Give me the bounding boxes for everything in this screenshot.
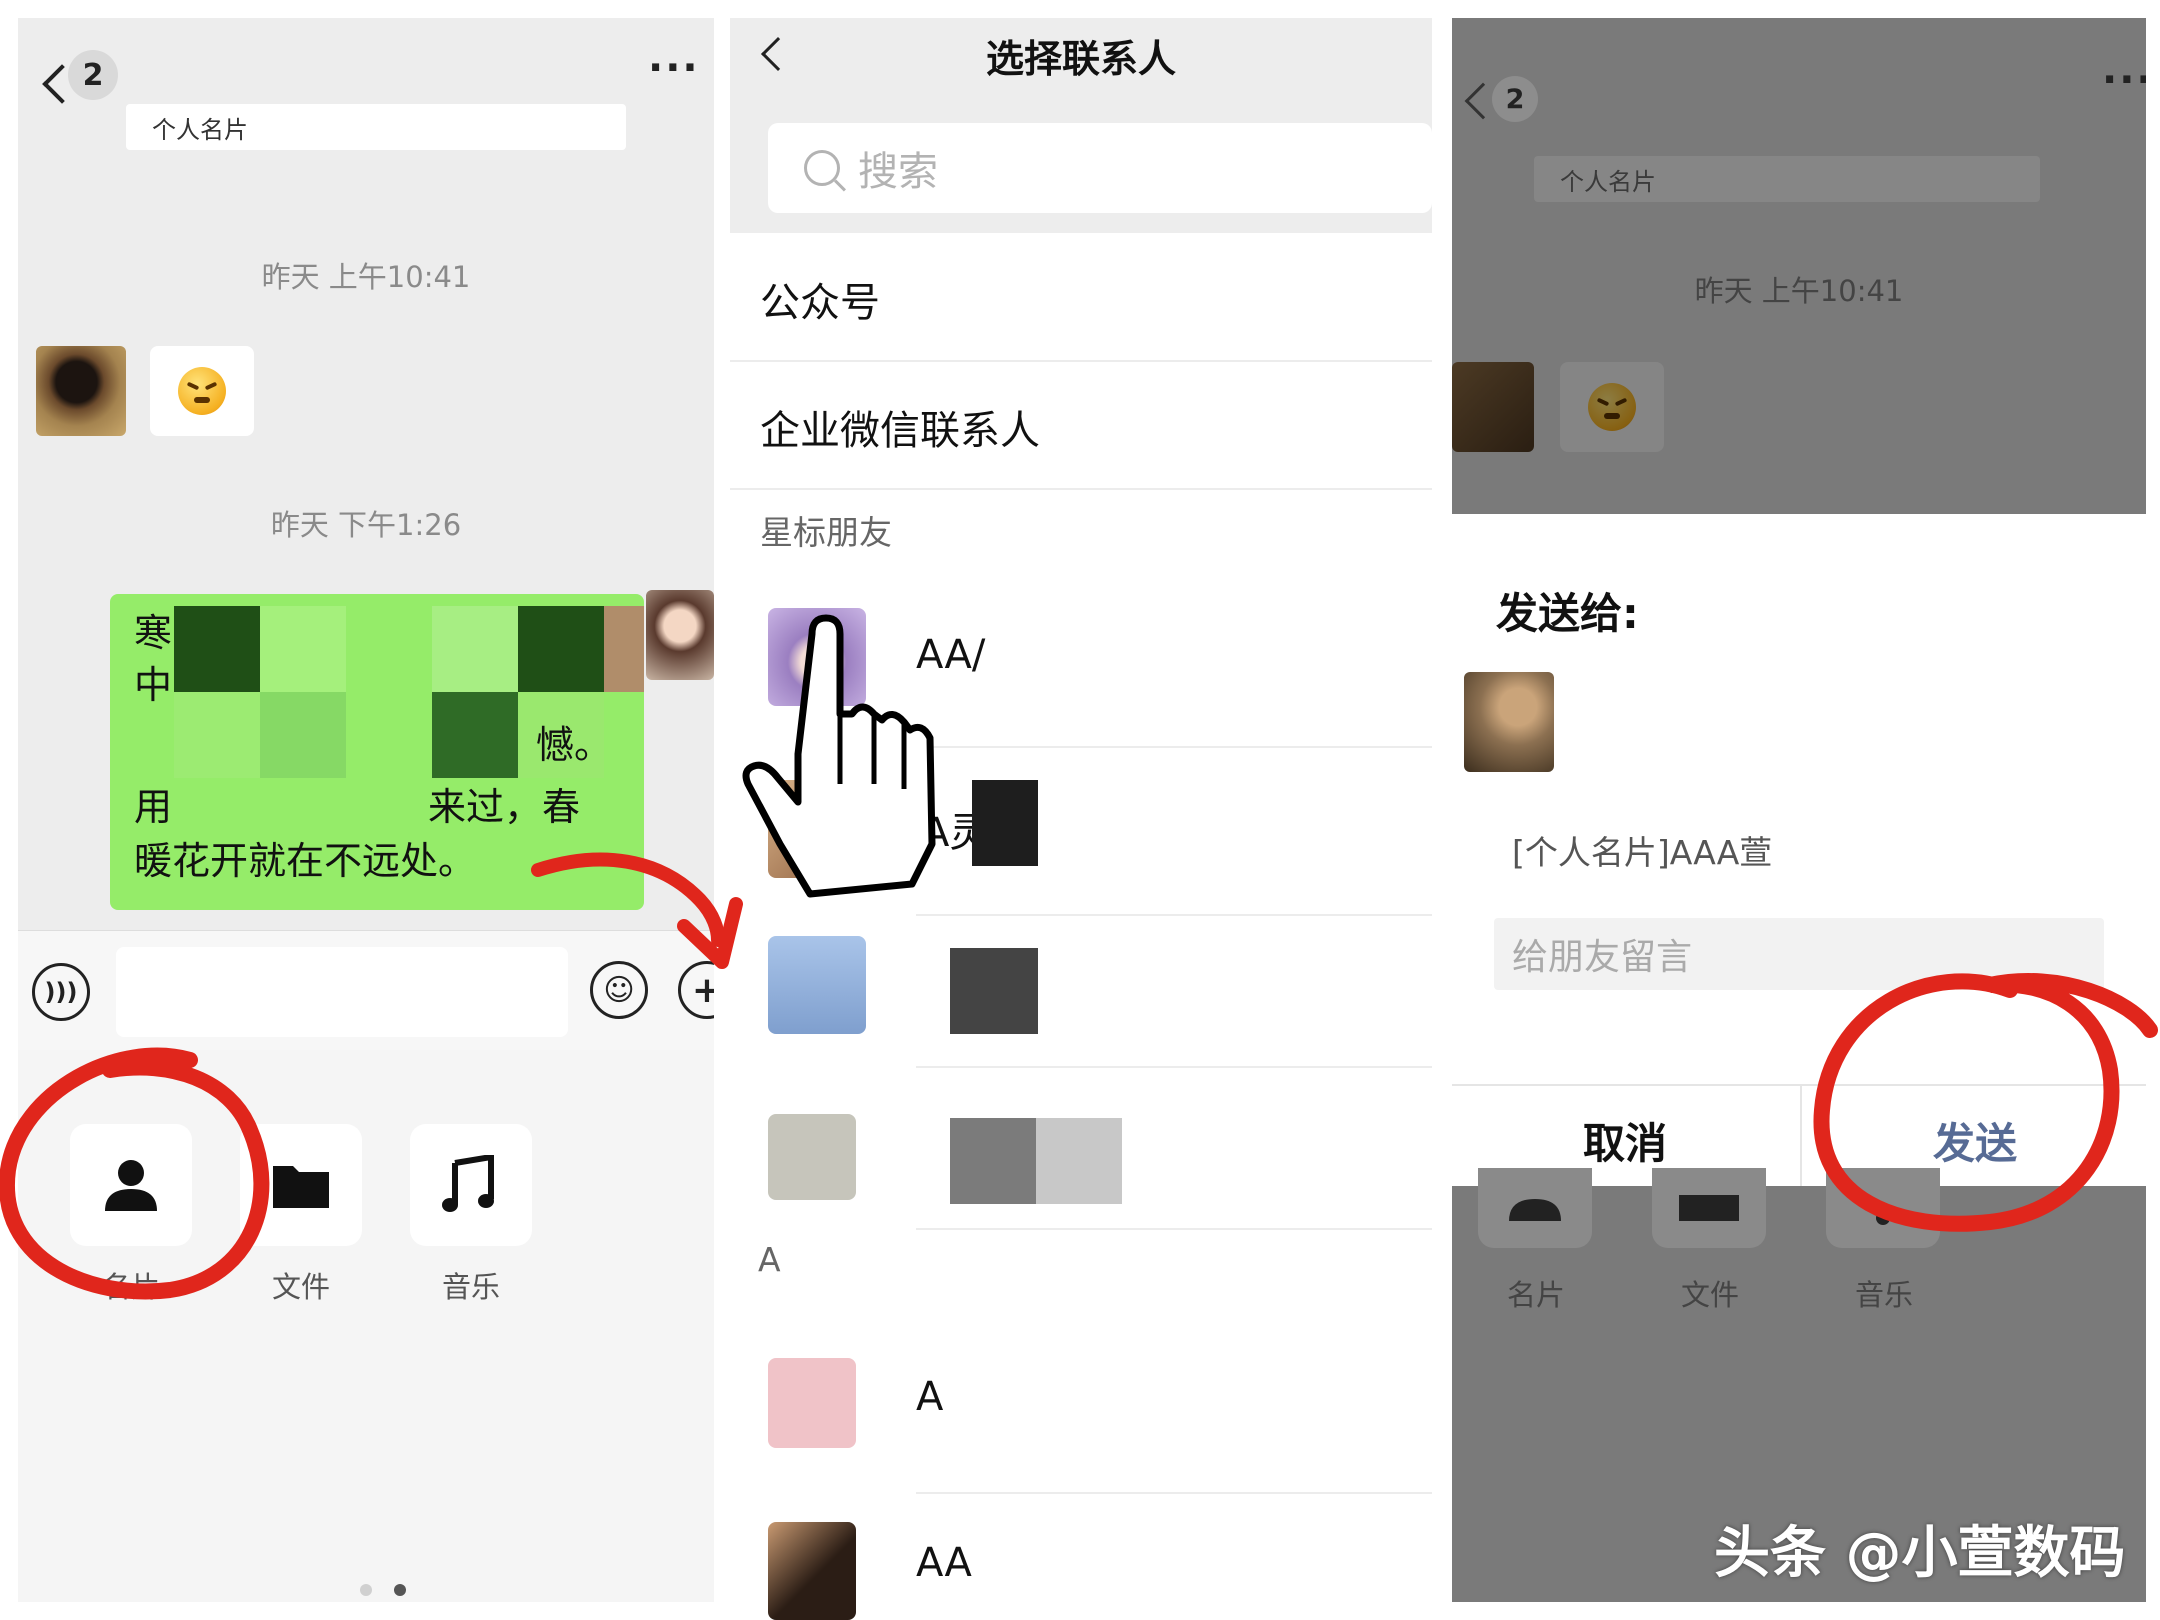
message-line: 寒: [134, 611, 173, 655]
card-preview: [个人名片]AAA萱: [1512, 833, 1773, 872]
contact-card-button[interactable]: [70, 1124, 192, 1246]
file-button: [1652, 1168, 1766, 1248]
divider: [1452, 1084, 2146, 1086]
mosaic-block: [260, 606, 346, 692]
music-button[interactable]: [410, 1124, 532, 1246]
card-strip[interactable]: 个人名片: [126, 104, 626, 150]
watermark: 头条 @小萱数码: [1714, 1521, 2126, 1586]
emoji-icon[interactable]: ☺: [590, 961, 648, 1019]
message-line: 中: [134, 663, 173, 707]
chat-panel: 2 ··· 个人名片 昨天 上午10:41 昨天 下午1:26 寒 中 憾。 用…: [18, 18, 714, 1602]
my-avatar[interactable]: [646, 590, 714, 680]
music-icon: [442, 1155, 494, 1212]
pager-dot-active: [394, 1584, 406, 1596]
official-accounts-row[interactable]: 公众号: [760, 270, 880, 328]
pointer-hand-icon: [742, 614, 936, 898]
message-placeholder: 给朋友留言: [1512, 937, 1693, 978]
timestamp: 昨天 上午10:41: [1694, 274, 1904, 308]
contact-avatar[interactable]: [768, 1522, 856, 1620]
redaction-block: [950, 948, 1038, 1034]
music-icon: [1876, 1211, 1890, 1225]
friend-avatar: [1452, 362, 1534, 452]
tool-tray: 名片 文件 音乐: [18, 1050, 714, 1602]
unread-badge: 2: [68, 50, 118, 100]
dialog-title: 发送给:: [1496, 589, 1639, 638]
contact-picker-panel: 选择联系人 搜索 公众号 企业微信联系人 星标朋友 AA/ A灵 A A AA: [730, 18, 1432, 1620]
message-line: 暖花开就在不远处。: [134, 839, 477, 883]
divider: [916, 1492, 1432, 1494]
divider: [916, 746, 1432, 748]
tool-label: 音乐: [1854, 1278, 1913, 1312]
mosaic-block: [518, 606, 604, 692]
folder-icon: [273, 1166, 329, 1208]
emoji-message: [1560, 362, 1664, 452]
contact-name[interactable]: AA: [916, 1540, 972, 1586]
more-icon[interactable]: ···: [648, 48, 700, 88]
contact-avatar[interactable]: [768, 1114, 856, 1200]
tool-label: 音乐: [441, 1270, 500, 1304]
mosaic-block: [260, 692, 346, 778]
pager-dot: [360, 1584, 372, 1596]
search-icon: [804, 150, 840, 186]
card-strip-label: 个人名片: [1560, 167, 1656, 196]
tool-label: 文件: [1680, 1278, 1739, 1312]
redaction-block: [972, 780, 1038, 866]
mosaic-block: [432, 606, 518, 692]
contact-card-icon: [1509, 1199, 1561, 1221]
divider: [916, 1228, 1432, 1230]
contact-name[interactable]: A: [916, 1374, 943, 1420]
redaction-block: [950, 1118, 1036, 1204]
search-bar[interactable]: 搜索: [768, 123, 1432, 213]
contact-avatar[interactable]: [768, 936, 866, 1034]
timestamp: 昨天 上午10:41: [261, 260, 471, 294]
mosaic-block: [174, 606, 260, 692]
recipient-avatar: [1464, 672, 1554, 772]
contact-card-icon: [105, 1160, 157, 1211]
page-title: 选择联系人: [985, 37, 1176, 81]
divider: [730, 488, 1432, 490]
unread-badge: 2: [1492, 76, 1538, 122]
timestamp: 昨天 下午1:26: [270, 508, 462, 542]
picker-header: 选择联系人 搜索: [730, 18, 1432, 233]
plus-icon[interactable]: +: [678, 961, 714, 1019]
card-strip: 个人名片: [1534, 156, 2040, 202]
friend-avatar[interactable]: [36, 346, 126, 436]
mosaic-block: [604, 606, 644, 692]
music-button: [1826, 1168, 1940, 1248]
folder-icon: [1679, 1195, 1739, 1221]
message-line: 用: [134, 785, 173, 829]
search-input[interactable]: 搜索: [858, 139, 938, 197]
mosaic-block: [174, 692, 260, 778]
divider: [916, 1066, 1432, 1068]
file-button[interactable]: [240, 1124, 362, 1246]
tool-label: 文件: [271, 1270, 330, 1304]
angry-emoji-icon: [1588, 383, 1636, 431]
more-icon[interactable]: ···: [2102, 60, 2146, 100]
section-header: 星标朋友: [760, 513, 892, 552]
mosaic-block: [432, 692, 518, 778]
send-dialog-panel: 2 ··· 个人名片 昨天 上午10:41 发送给: [个人名片]AAA萱 给朋…: [1452, 18, 2146, 1602]
emoji-message[interactable]: [150, 346, 254, 436]
divider: [730, 360, 1432, 362]
tool-label: 名片: [1506, 1278, 1565, 1312]
message-line: 来过，春: [428, 785, 581, 829]
redaction-block: [1036, 1118, 1122, 1204]
contact-avatar[interactable]: [768, 1358, 856, 1448]
input-bar: ))) ☺ +: [18, 930, 714, 1050]
tool-label: 名片: [101, 1270, 160, 1304]
send-dialog: 发送给: [个人名片]AAA萱 给朋友留言 取消 发送: [1452, 514, 2146, 1186]
message-line: 憾。: [536, 723, 613, 767]
angry-emoji-icon: [178, 367, 226, 415]
message-input[interactable]: [116, 947, 568, 1037]
contact-card-button: [1478, 1168, 1592, 1248]
message-field[interactable]: 给朋友留言: [1494, 918, 2104, 990]
section-header: A: [758, 1240, 781, 1279]
wecom-contacts-row[interactable]: 企业微信联系人: [760, 398, 1040, 456]
divider: [916, 914, 1432, 916]
card-strip-label: 个人名片: [152, 115, 248, 144]
voice-icon[interactable]: ))): [32, 963, 90, 1021]
